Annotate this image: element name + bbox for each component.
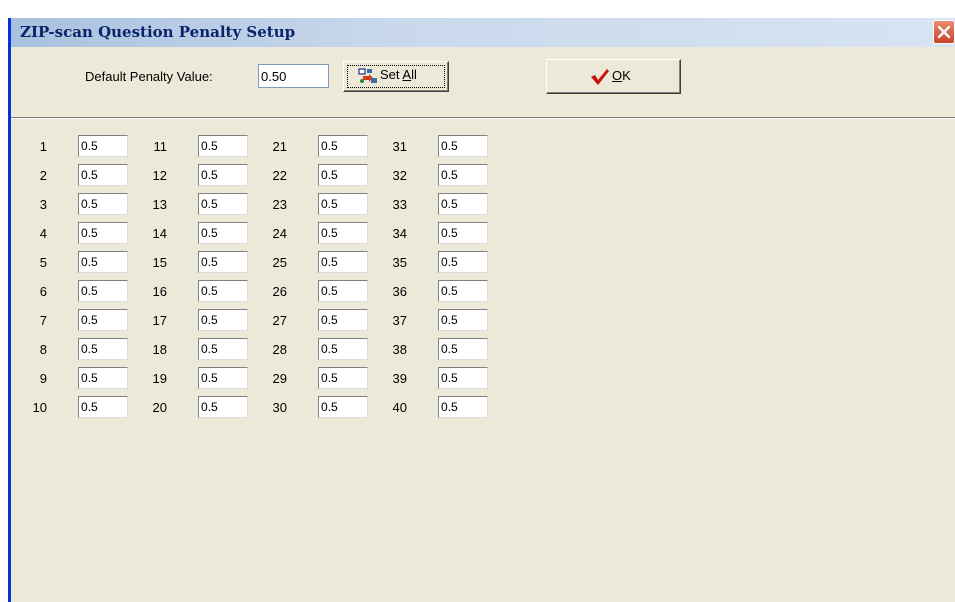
question-penalty-input-9[interactable] [78,367,128,389]
question-number-17: 17 [152,313,167,328]
question-number-27: 27 [272,313,287,328]
question-number-26: 26 [272,284,287,299]
question-number-4: 4 [39,226,47,241]
question-number-12: 12 [152,168,167,183]
question-penalty-input-1[interactable] [78,135,128,157]
ok-label: OK [612,68,631,83]
question-number-32: 32 [392,168,407,183]
question-penalty-input-8[interactable] [78,338,128,360]
question-penalty-input-15[interactable] [198,251,248,273]
default-penalty-label: Default Penalty Value: [85,69,213,84]
checkmark-icon [591,69,609,85]
question-number-22: 22 [272,168,287,183]
question-penalty-input-34[interactable] [438,222,488,244]
question-penalty-input-12[interactable] [198,164,248,186]
question-penalty-input-39[interactable] [438,367,488,389]
ok-button[interactable]: OK [546,59,681,94]
question-number-7: 7 [39,313,47,328]
question-penalty-input-6[interactable] [78,280,128,302]
question-penalty-input-14[interactable] [198,222,248,244]
question-number-20: 20 [152,400,167,415]
set-all-icon [358,68,377,83]
question-number-5: 5 [39,255,47,270]
question-number-28: 28 [272,342,287,357]
question-penalty-input-13[interactable] [198,193,248,215]
question-penalty-grid: 1234567891011121314151617181920212223242… [11,119,955,602]
toolbar: Default Penalty Value: Set All OK [11,47,955,117]
question-number-8: 8 [39,342,47,357]
question-number-33: 33 [392,197,407,212]
question-number-25: 25 [272,255,287,270]
question-penalty-input-38[interactable] [438,338,488,360]
question-penalty-input-20[interactable] [198,396,248,418]
question-penalty-input-18[interactable] [198,338,248,360]
question-penalty-input-33[interactable] [438,193,488,215]
question-penalty-input-36[interactable] [438,280,488,302]
question-number-6: 6 [39,284,47,299]
question-number-34: 34 [392,226,407,241]
question-penalty-input-17[interactable] [198,309,248,331]
question-number-3: 3 [39,197,47,212]
question-number-35: 35 [392,255,407,270]
question-number-15: 15 [152,255,167,270]
question-penalty-input-7[interactable] [78,309,128,331]
question-number-10: 10 [32,400,47,415]
question-penalty-input-32[interactable] [438,164,488,186]
question-penalty-input-28[interactable] [318,338,368,360]
question-number-13: 13 [152,197,167,212]
penalty-setup-dialog: ZIP-scan Question Penalty Setup Default … [8,18,955,602]
question-number-16: 16 [152,284,167,299]
question-number-21: 21 [272,139,287,154]
close-icon [937,25,951,39]
question-number-24: 24 [272,226,287,241]
question-penalty-input-27[interactable] [318,309,368,331]
question-penalty-input-2[interactable] [78,164,128,186]
question-number-23: 23 [272,197,287,212]
question-number-36: 36 [392,284,407,299]
question-penalty-input-40[interactable] [438,396,488,418]
question-penalty-input-19[interactable] [198,367,248,389]
question-number-2: 2 [39,168,47,183]
question-number-29: 29 [272,371,287,386]
set-all-label: Set All [380,67,417,82]
window-title: ZIP-scan Question Penalty Setup [20,23,296,41]
question-penalty-input-24[interactable] [318,222,368,244]
title-bar[interactable]: ZIP-scan Question Penalty Setup [11,18,955,47]
question-penalty-input-37[interactable] [438,309,488,331]
close-button[interactable] [933,20,955,44]
question-penalty-input-31[interactable] [438,135,488,157]
question-penalty-input-3[interactable] [78,193,128,215]
question-penalty-input-30[interactable] [318,396,368,418]
question-number-39: 39 [392,371,407,386]
question-number-9: 9 [39,371,47,386]
question-penalty-input-29[interactable] [318,367,368,389]
question-number-37: 37 [392,313,407,328]
question-number-14: 14 [152,226,167,241]
question-number-19: 19 [152,371,167,386]
question-penalty-input-23[interactable] [318,193,368,215]
question-penalty-input-25[interactable] [318,251,368,273]
question-penalty-input-22[interactable] [318,164,368,186]
question-number-38: 38 [392,342,407,357]
question-number-30: 30 [272,400,287,415]
question-penalty-input-35[interactable] [438,251,488,273]
question-number-11: 11 [153,139,168,154]
question-penalty-input-16[interactable] [198,280,248,302]
question-penalty-input-11[interactable] [198,135,248,157]
question-number-18: 18 [152,342,167,357]
set-all-button[interactable]: Set All [343,61,449,92]
question-penalty-input-21[interactable] [318,135,368,157]
question-number-1: 1 [39,139,47,154]
question-penalty-input-26[interactable] [318,280,368,302]
question-penalty-input-5[interactable] [78,251,128,273]
question-number-40: 40 [392,400,407,415]
question-penalty-input-4[interactable] [78,222,128,244]
question-number-31: 31 [392,139,407,154]
default-penalty-input[interactable] [258,64,329,88]
question-penalty-input-10[interactable] [78,396,128,418]
